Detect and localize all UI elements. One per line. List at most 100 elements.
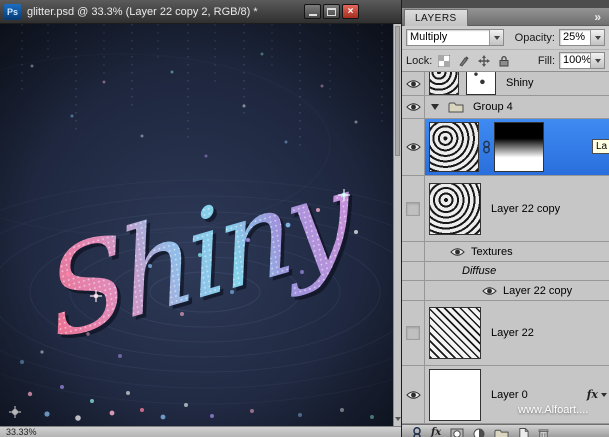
lock-position-button[interactable] bbox=[476, 53, 492, 68]
layer-row-layer-22-copy[interactable]: Layer 22 copy bbox=[402, 176, 609, 242]
minimize-button[interactable] bbox=[304, 4, 321, 19]
maximize-icon bbox=[327, 7, 336, 16]
photoshop-app-icon: Ps bbox=[4, 3, 21, 20]
layer-name[interactable]: Layer 22 copy bbox=[491, 203, 560, 215]
canvas-artwork: Shiny Shiny Shiny bbox=[0, 24, 393, 426]
effect-row-diffuse[interactable]: Diffuse bbox=[402, 262, 609, 281]
scrollbar-thumb[interactable] bbox=[395, 26, 400, 156]
zoom-level[interactable]: 33.33% bbox=[0, 427, 37, 437]
document-statusbar: 33.33% bbox=[0, 426, 401, 437]
blend-mode-value: Multiply bbox=[410, 31, 448, 43]
new-group-icon[interactable] bbox=[494, 427, 509, 437]
layer-name-tooltip: La bbox=[592, 139, 609, 154]
layers-panel: LAYERS » Multiply Opacity: 25% Lock: Fil… bbox=[401, 0, 609, 437]
layer-thumbnail[interactable] bbox=[429, 307, 481, 359]
visibility-toggle[interactable] bbox=[402, 119, 425, 175]
panel-footer: fx bbox=[402, 424, 609, 437]
fill-arrow-icon[interactable] bbox=[590, 53, 604, 68]
layer-name[interactable]: Shiny bbox=[506, 77, 534, 89]
move-icon bbox=[478, 55, 490, 67]
panel-tabbar: LAYERS » bbox=[402, 8, 609, 26]
collapse-to-icons-button[interactable]: » bbox=[594, 10, 601, 24]
lock-row: Lock: Fill: 100% bbox=[402, 50, 609, 72]
adjustment-layer-icon[interactable] bbox=[473, 427, 485, 437]
effect-name[interactable]: Textures bbox=[471, 246, 513, 258]
lock-image-pixels-button[interactable] bbox=[456, 53, 472, 68]
checkerboard-icon bbox=[438, 55, 450, 67]
fill-value: 100% bbox=[563, 54, 590, 66]
layer-thumbnail[interactable] bbox=[429, 182, 481, 235]
layer-thumbnail[interactable] bbox=[429, 368, 481, 421]
document-titlebar[interactable]: Ps glitter.psd @ 33.3% (Layer 22 copy 2,… bbox=[0, 0, 401, 24]
visibility-toggle[interactable] bbox=[402, 366, 425, 423]
visibility-cell bbox=[402, 242, 425, 261]
visibility-cell bbox=[402, 262, 425, 280]
layer-thumbnail[interactable] bbox=[429, 72, 459, 95]
delete-layer-icon[interactable] bbox=[538, 427, 549, 437]
layer-mask-thumbnail[interactable] bbox=[494, 122, 544, 172]
link-layers-icon[interactable] bbox=[412, 427, 422, 437]
layer-row-shiny[interactable]: Shiny bbox=[402, 72, 609, 96]
window-controls: × bbox=[304, 4, 359, 19]
panel-top-strip bbox=[402, 0, 609, 8]
effect-row-layer-22-copy[interactable]: Layer 22 copy bbox=[402, 281, 609, 301]
maximize-button[interactable] bbox=[323, 4, 340, 19]
effect-name[interactable]: Diffuse bbox=[462, 265, 496, 277]
mask-link-icon[interactable] bbox=[482, 140, 491, 154]
visibility-toggle[interactable] bbox=[402, 96, 425, 118]
fill-input[interactable]: 100% bbox=[559, 52, 605, 69]
eye-icon bbox=[406, 79, 421, 89]
minimize-icon bbox=[308, 14, 317, 16]
visibility-toggle[interactable] bbox=[402, 72, 425, 95]
add-layer-style-icon[interactable]: fx bbox=[431, 427, 441, 437]
tab-layers[interactable]: LAYERS bbox=[404, 9, 468, 26]
blend-mode-arrow-icon[interactable] bbox=[489, 30, 503, 45]
close-button[interactable]: × bbox=[342, 4, 359, 19]
eye-icon[interactable] bbox=[482, 286, 497, 296]
vertical-scrollbar[interactable] bbox=[393, 24, 401, 426]
group-folder-icon bbox=[448, 101, 464, 113]
layer-row-selected[interactable] bbox=[402, 119, 609, 176]
brush-icon bbox=[458, 55, 470, 67]
expand-triangle-icon[interactable] bbox=[431, 104, 439, 110]
blend-mode-row: Multiply Opacity: 25% bbox=[402, 26, 609, 50]
fx-icon: fx bbox=[586, 388, 598, 401]
watermark-text: www.Alfoart.... bbox=[518, 404, 589, 416]
layer-row-layer-22[interactable]: Layer 22 bbox=[402, 301, 609, 366]
document-title: glitter.psd @ 33.3% (Layer 22 copy 2, RG… bbox=[27, 5, 258, 18]
visibility-toggle[interactable] bbox=[402, 176, 425, 241]
lock-transparent-pixels-button[interactable] bbox=[436, 53, 452, 68]
collapse-effects-icon[interactable] bbox=[601, 392, 607, 397]
fill-label: Fill: bbox=[537, 54, 555, 67]
opacity-label: Opacity: bbox=[514, 31, 555, 44]
opacity-input[interactable]: 25% bbox=[559, 29, 605, 46]
layer-list: Shiny Group 4 Layer 22 copy Textures Dif… bbox=[402, 72, 609, 424]
padlock-icon bbox=[498, 55, 510, 67]
layer-row-group-4[interactable]: Group 4 bbox=[402, 96, 609, 119]
document-window: Ps glitter.psd @ 33.3% (Layer 22 copy 2,… bbox=[0, 0, 401, 437]
layer-name[interactable]: Layer 0 bbox=[491, 389, 528, 401]
layer-effects-badge[interactable]: fx bbox=[587, 388, 607, 401]
effect-row-textures[interactable]: Textures bbox=[402, 242, 609, 262]
new-layer-icon[interactable] bbox=[518, 427, 529, 437]
visibility-toggle[interactable] bbox=[402, 301, 425, 365]
lock-all-button[interactable] bbox=[496, 53, 512, 68]
eye-icon bbox=[406, 102, 421, 112]
layer-mask-thumbnail[interactable] bbox=[466, 72, 496, 95]
layer-name[interactable]: Group 4 bbox=[473, 101, 513, 113]
eye-icon bbox=[406, 142, 421, 152]
canvas-viewport[interactable]: Shiny Shiny Shiny bbox=[0, 24, 393, 426]
add-layer-mask-icon[interactable] bbox=[450, 427, 464, 437]
effect-name[interactable]: Layer 22 copy bbox=[503, 285, 572, 297]
blend-mode-select[interactable]: Multiply bbox=[406, 29, 504, 46]
eye-icon[interactable] bbox=[450, 247, 465, 257]
layer-thumbnail[interactable] bbox=[429, 122, 479, 172]
photoshop-workspace: Ps glitter.psd @ 33.3% (Layer 22 copy 2,… bbox=[0, 0, 609, 437]
layer-name[interactable]: Layer 22 bbox=[491, 327, 534, 339]
empty-visibility-well bbox=[406, 326, 420, 340]
opacity-arrow-icon[interactable] bbox=[590, 30, 604, 45]
lock-label: Lock: bbox=[406, 54, 433, 67]
visibility-cell bbox=[402, 281, 425, 300]
eye-icon bbox=[406, 390, 421, 400]
opacity-value: 25% bbox=[563, 31, 586, 43]
